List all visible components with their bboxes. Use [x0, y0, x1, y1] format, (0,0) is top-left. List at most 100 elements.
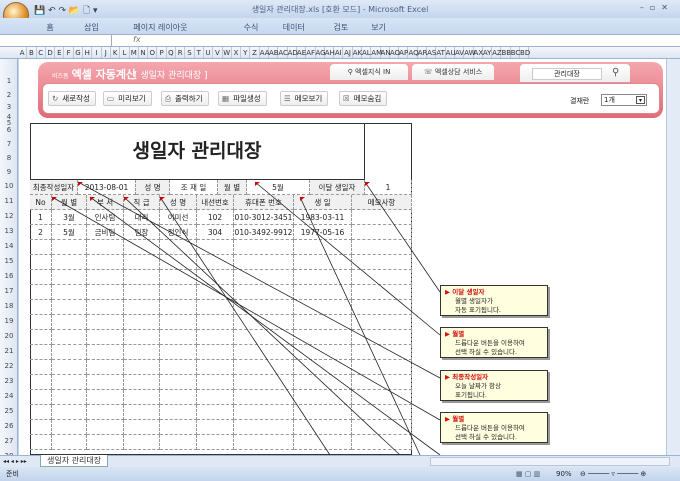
column-header[interactable]: Q	[167, 47, 177, 58]
column-header[interactable]: C	[37, 47, 46, 58]
search-icon[interactable]: ⚲	[612, 67, 619, 78]
column-header[interactable]: BB	[501, 47, 511, 58]
column-header[interactable]: AL	[362, 47, 372, 58]
column-header[interactable]: O	[148, 47, 158, 58]
table-cell[interactable]: 정인식	[160, 225, 197, 240]
table-cell[interactable]	[294, 270, 352, 285]
table-cell[interactable]: 1983-03-11	[294, 210, 352, 225]
table-cell[interactable]	[294, 285, 352, 300]
table-cell[interactable]	[52, 345, 87, 360]
table-cell[interactable]	[30, 405, 52, 420]
table-cell[interactable]	[52, 435, 87, 450]
table-cell[interactable]	[160, 345, 197, 360]
table-cell[interactable]	[124, 405, 160, 420]
column-header[interactable]: L	[120, 47, 130, 58]
row-header[interactable]: 1	[0, 77, 18, 85]
row-header[interactable]: 13	[0, 227, 18, 235]
table-cell[interactable]	[87, 315, 124, 330]
column-header[interactable]: W	[223, 47, 232, 58]
table-cell[interactable]	[124, 255, 160, 270]
table-cell[interactable]	[87, 330, 124, 345]
column-header[interactable]: AA	[260, 47, 270, 58]
table-cell[interactable]	[30, 285, 52, 300]
column-header[interactable]: V	[213, 47, 223, 58]
table-cell[interactable]	[30, 315, 52, 330]
table-cell[interactable]: 304	[197, 225, 234, 240]
table-cell[interactable]	[30, 345, 52, 360]
column-header[interactable]: AR	[418, 47, 427, 58]
column-header[interactable]: G	[74, 47, 84, 58]
excel-knowledge-tab[interactable]: ⚲ 엑셀지식 IN	[330, 64, 408, 80]
table-cell[interactable]	[160, 420, 197, 435]
column-header[interactable]: AN	[381, 47, 391, 58]
row-header[interactable]: 9	[0, 168, 18, 176]
column-header[interactable]: BC	[511, 47, 520, 58]
table-cell[interactable]	[160, 435, 197, 450]
table-cell[interactable]	[234, 375, 294, 390]
table-cell[interactable]	[124, 285, 160, 300]
ribbon-tab[interactable]: 데이터	[283, 22, 305, 33]
ribbon-tab[interactable]: 검토	[334, 22, 349, 33]
column-header[interactable]: J	[102, 47, 111, 58]
row-header[interactable]: 27	[0, 437, 18, 445]
table-cell[interactable]	[160, 405, 197, 420]
table-cell[interactable]	[197, 420, 234, 435]
ribbon-tab[interactable]: 수식	[244, 22, 259, 33]
table-cell[interactable]	[160, 285, 197, 300]
row-header[interactable]: 7	[0, 140, 18, 148]
table-cell[interactable]: 금비팀	[87, 225, 124, 240]
table-cell[interactable]	[197, 435, 234, 450]
table-cell[interactable]	[87, 285, 124, 300]
table-cell[interactable]	[234, 405, 294, 420]
column-header[interactable]: BD	[520, 47, 530, 58]
table-cell[interactable]	[30, 435, 52, 450]
fx-icon[interactable]: fx	[133, 35, 141, 44]
row-header[interactable]: 6	[0, 126, 18, 134]
table-cell[interactable]: 팀장	[124, 225, 160, 240]
info-last-date[interactable]: 2013-08-01	[78, 180, 136, 195]
table-cell[interactable]	[52, 315, 87, 330]
table-cell[interactable]: 102	[197, 210, 234, 225]
table-cell[interactable]	[294, 435, 352, 450]
table-cell[interactable]	[30, 420, 52, 435]
table-cell[interactable]	[234, 435, 294, 450]
chevron-down-icon[interactable]: ▾	[636, 96, 645, 104]
toolbar-button-2[interactable]: ⎙ 출력하기	[161, 91, 209, 106]
table-cell[interactable]	[87, 375, 124, 390]
table-cell[interactable]	[294, 315, 352, 330]
table-cell[interactable]	[30, 375, 52, 390]
column-header[interactable]: AH	[325, 47, 335, 58]
table-cell[interactable]	[30, 360, 52, 375]
row-header[interactable]: 19	[0, 317, 18, 325]
table-cell[interactable]	[124, 240, 160, 255]
toolbar-button-1[interactable]: ▭ 미리보기	[103, 91, 152, 106]
table-cell[interactable]	[352, 360, 412, 375]
view-buttons[interactable]: ▦ ▢ ▥	[516, 467, 540, 481]
table-cell[interactable]	[30, 330, 52, 345]
table-cell[interactable]	[294, 345, 352, 360]
column-header[interactable]: R	[176, 47, 186, 58]
table-cell[interactable]	[234, 240, 294, 255]
table-cell[interactable]	[52, 330, 87, 345]
column-header[interactable]: AT	[436, 47, 446, 58]
column-header[interactable]: U	[204, 47, 214, 58]
ribbon-tab[interactable]: 보기	[371, 22, 386, 33]
table-cell[interactable]	[234, 390, 294, 405]
table-cell[interactable]: 1977-05-16	[294, 225, 352, 240]
table-cell[interactable]	[160, 270, 197, 285]
row-header[interactable]: 22	[0, 362, 18, 370]
excel-consult-tab[interactable]: ☏ 엑셀상담 서비스	[412, 64, 494, 80]
table-cell[interactable]	[352, 405, 412, 420]
info-name[interactable]: 조 재 일	[170, 180, 218, 195]
row-header[interactable]: 18	[0, 302, 18, 310]
table-cell[interactable]	[52, 300, 87, 315]
row-header[interactable]: 17	[0, 287, 18, 295]
table-cell[interactable]	[352, 375, 412, 390]
column-header[interactable]: D	[46, 47, 56, 58]
window-controls[interactable]: –▫✕	[640, 3, 674, 12]
sheet-tab[interactable]: 생일자 관리대장	[40, 455, 109, 467]
table-cell[interactable]: 인사팀	[87, 210, 124, 225]
info-this-month-count[interactable]: 1	[365, 180, 412, 195]
ribbon-tab[interactable]: 페이지 레이아웃	[133, 22, 187, 33]
table-cell[interactable]	[294, 255, 352, 270]
